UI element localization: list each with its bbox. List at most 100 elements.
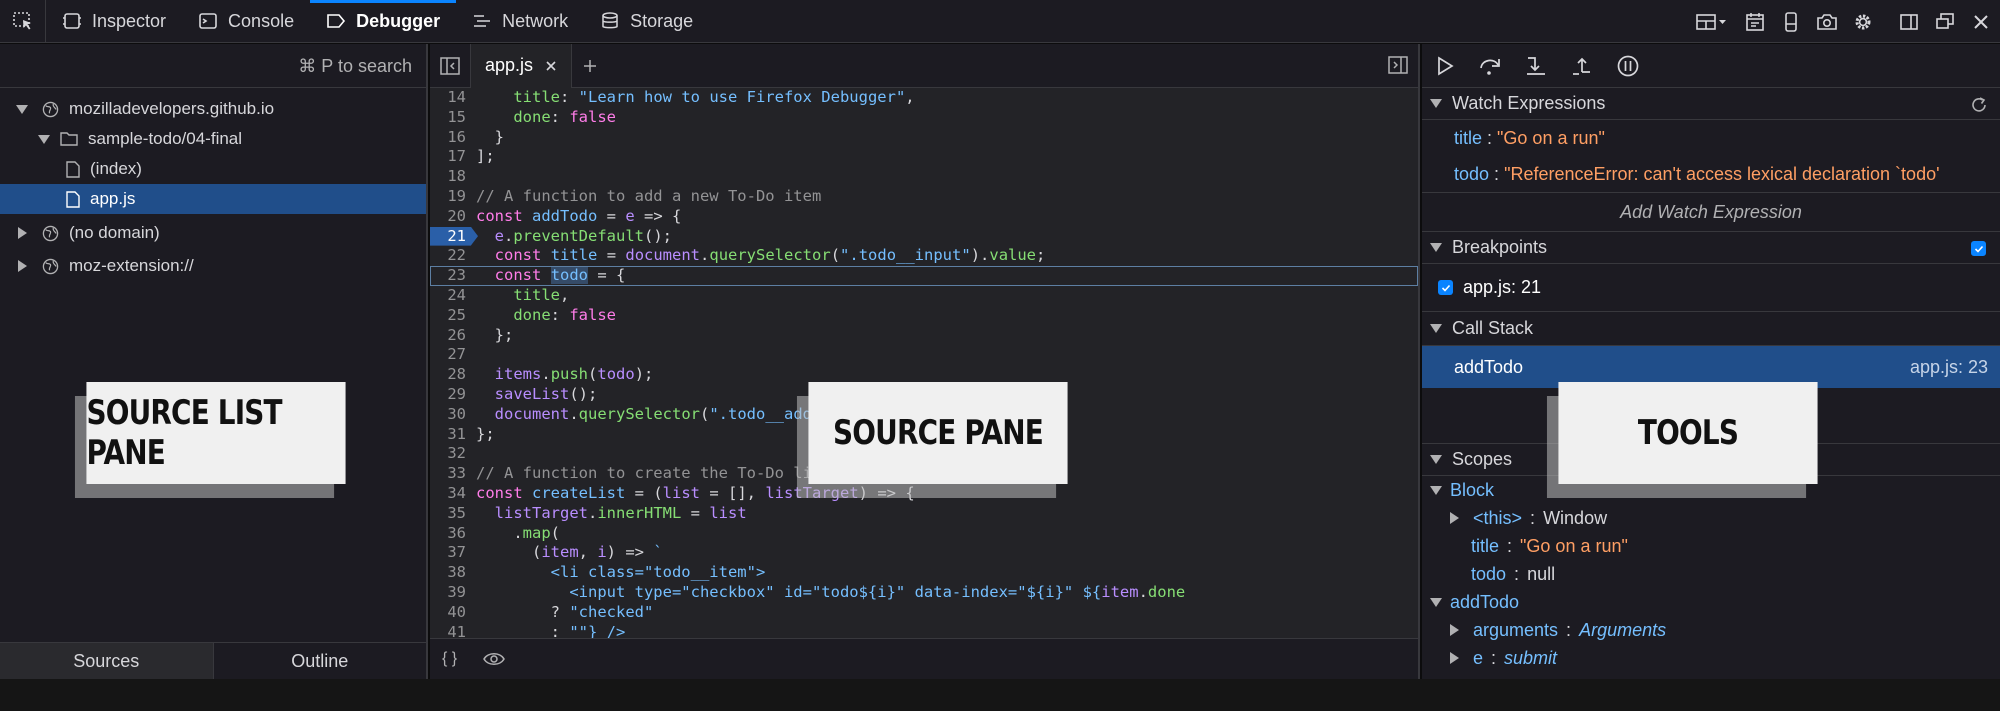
pretty-print-button[interactable]: { }	[442, 650, 457, 668]
line-number[interactable]: 41	[430, 623, 466, 638]
line-number[interactable]: 26	[430, 326, 466, 346]
code-editor[interactable]: 14 title: "Learn how to use Firefox Debu…	[430, 88, 1418, 638]
scope-variable[interactable]: <this>: Window	[1422, 504, 2000, 532]
tab-storage[interactable]: Storage	[584, 0, 709, 43]
breakpoints-header[interactable]: Breakpoints	[1422, 232, 2000, 264]
code-line: 38 <li class="todo__item">	[430, 563, 1418, 583]
screenshot-button[interactable]	[1816, 11, 1838, 33]
line-number[interactable]: 33	[430, 464, 466, 484]
line-number[interactable]: 27	[430, 345, 466, 365]
code-text: .map(	[476, 523, 561, 542]
tree-item-index[interactable]: (index)	[0, 154, 426, 184]
tab-outline[interactable]: Outline	[214, 643, 427, 679]
call-stack-header[interactable]: Call Stack	[1422, 312, 2000, 346]
frames-menu-button[interactable]	[1696, 11, 1730, 33]
expanded-triangle-icon	[1430, 485, 1442, 495]
scope-variable[interactable]: e: submit	[1422, 644, 2000, 672]
line-number[interactable]: 20	[430, 207, 466, 227]
windows-icon	[1936, 12, 1954, 29]
line-number[interactable]: 16	[430, 128, 466, 148]
watch-expression-item[interactable]: title : "Go on a run"	[1422, 120, 2000, 156]
watch-expressions-header[interactable]: Watch Expressions	[1422, 88, 2000, 120]
add-watch-expression-input[interactable]: Add Watch Expression	[1422, 192, 2000, 232]
tree-item-folder[interactable]: sample-todo/04-final	[0, 124, 426, 154]
element-picker-button[interactable]	[0, 0, 46, 43]
tab-sources[interactable]: Sources	[0, 643, 214, 679]
settings-button[interactable]	[1852, 11, 1874, 33]
line-number[interactable]: 22	[430, 246, 466, 266]
tree-item-no-domain[interactable]: (no domain)	[0, 218, 426, 248]
line-number[interactable]: 28	[430, 365, 466, 385]
line-number[interactable]: 37	[430, 543, 466, 563]
tab-inspector[interactable]: Inspector	[46, 0, 182, 43]
watch-expression-item[interactable]: todo : "ReferenceError: can't access lex…	[1422, 156, 2000, 192]
toggle-all-breakpoints-checkbox[interactable]	[1971, 241, 1986, 256]
breakpoint-checkbox[interactable]	[1438, 280, 1453, 295]
scope-variable[interactable]: arguments: Arguments	[1422, 616, 2000, 644]
line-number[interactable]: 36	[430, 524, 466, 544]
close-tab-icon[interactable]	[545, 60, 557, 72]
line-number[interactable]: 39	[430, 583, 466, 603]
toggle-tools-button[interactable]	[1388, 56, 1408, 79]
overlay-label-source-list: SOURCE LIST PANE	[86, 382, 346, 484]
tree-item-app-js[interactable]: app.js	[0, 184, 426, 214]
code-line: 40 ? "checked"	[430, 603, 1418, 623]
code-text: const addTodo = e => {	[476, 206, 682, 225]
scope-variable[interactable]: title: "Go on a run"	[1422, 532, 2000, 560]
scope-function[interactable]: addTodo	[1422, 588, 2000, 616]
line-number[interactable]: 19	[430, 187, 466, 207]
line-number[interactable]: 35	[430, 504, 466, 524]
scope-variable[interactable]: todo: null	[1422, 560, 2000, 588]
line-number[interactable]: 21	[430, 227, 466, 247]
line-number[interactable]: 32	[430, 444, 466, 464]
new-tab-button[interactable]	[572, 59, 608, 73]
tree-item-domain[interactable]: mozilladevelopers.github.io	[0, 94, 426, 124]
refresh-icon[interactable]	[1970, 96, 1988, 114]
step-in-icon[interactable]	[1524, 55, 1548, 77]
pause-on-exceptions-icon[interactable]	[1616, 54, 1640, 78]
line-number[interactable]: 34	[430, 484, 466, 504]
code-text: ? "checked"	[476, 602, 654, 621]
eye-icon[interactable]	[483, 651, 506, 667]
step-over-icon[interactable]	[1478, 55, 1502, 77]
section-title: Call Stack	[1452, 318, 1534, 338]
step-out-icon[interactable]	[1570, 55, 1594, 77]
section-title: Scopes	[1452, 449, 1513, 469]
line-number[interactable]: 40	[430, 603, 466, 623]
separate-window-button[interactable]	[1934, 11, 1956, 33]
line-number[interactable]: 29	[430, 385, 466, 405]
code-line: 26 };	[430, 326, 1418, 346]
line-number[interactable]: 18	[430, 167, 466, 187]
code-line: 20 const addTodo = e => {	[430, 207, 1418, 227]
collapsed-triangle-icon	[18, 227, 27, 239]
code-text: const createList = (list = [], listTarge…	[476, 483, 915, 502]
line-number[interactable]: 31	[430, 425, 466, 445]
toggle-sources-button[interactable]	[430, 44, 470, 88]
line-number[interactable]: 15	[430, 108, 466, 128]
dock-side-button[interactable]	[1898, 11, 1920, 33]
tab-console[interactable]: Console	[182, 0, 310, 43]
line-number[interactable]: 24	[430, 286, 466, 306]
close-devtools-button[interactable]	[1970, 11, 1992, 33]
editor-tab-app-js[interactable]: app.js	[470, 43, 573, 88]
tab-debugger[interactable]: Debugger	[310, 0, 457, 43]
breakpoint-item[interactable]: app.js: 21	[1422, 264, 2000, 312]
responsive-design-button[interactable]	[1780, 11, 1802, 33]
line-number[interactable]: 25	[430, 306, 466, 326]
globe-icon	[42, 225, 59, 241]
code-text: };	[476, 424, 495, 443]
tree-item-extension[interactable]: moz-extension://	[0, 251, 426, 281]
line-number[interactable]: 17	[430, 147, 466, 167]
paint-flashing-button[interactable]	[1744, 11, 1766, 33]
source-search-hint[interactable]: ⌘ P to search	[0, 44, 426, 88]
line-number[interactable]: 38	[430, 563, 466, 583]
tab-network[interactable]: Network	[456, 0, 584, 43]
resume-icon[interactable]	[1434, 55, 1456, 77]
line-number[interactable]: 14	[430, 88, 466, 108]
line-number[interactable]: 30	[430, 405, 466, 425]
file-icon	[66, 160, 80, 178]
code-text: listTarget.innerHTML = list	[494, 503, 747, 522]
line-number[interactable]: 23	[430, 266, 466, 286]
code-text: : ""} />	[476, 622, 626, 638]
